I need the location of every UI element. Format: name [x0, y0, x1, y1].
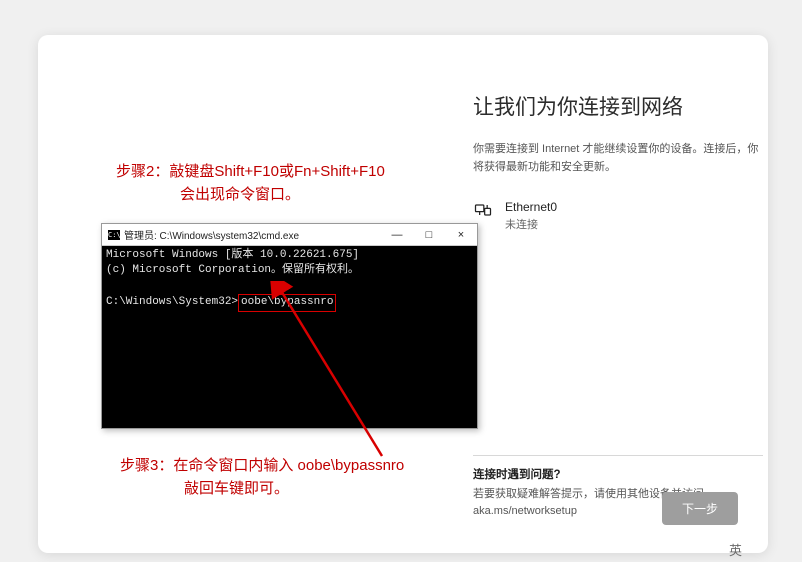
annotation-step3-line2: 敲回车键即可。: [184, 478, 404, 501]
annotation-step3: 步骤3：在命令窗口内输入 oobe\bypassnro 敲回车键即可。: [120, 455, 404, 500]
cmd-body[interactable]: Microsoft Windows [版本 10.0.22621.675] (c…: [102, 246, 477, 428]
ime-indicator[interactable]: 英: [729, 540, 742, 559]
annotation-step2: 步骤2：敲键盘Shift+F10或Fn+Shift+F10 会出现命令窗口。: [116, 160, 385, 207]
cmd-command-highlight: oobe\bypassnro: [238, 294, 336, 311]
annotation-step2-line2: 会出现命令窗口。: [180, 183, 385, 206]
cmd-line1: Microsoft Windows [版本 10.0.22621.675]: [106, 249, 359, 261]
ethernet-icon: [473, 200, 493, 225]
cmd-window: C:\ 管理员: C:\Windows\system32\cmd.exe — □…: [101, 223, 478, 429]
cmd-title: 管理员: C:\Windows\system32\cmd.exe: [124, 227, 381, 242]
troubleshoot-title: 连接时遇到问题?: [473, 466, 763, 482]
network-status: 未连接: [505, 216, 557, 232]
right-panel: 让我们为你连接到网络 你需要连接到 Internet 才能继续设置你的设备。连接…: [473, 91, 763, 232]
heading-connect-network: 让我们为你连接到网络: [473, 91, 763, 121]
network-info: Ethernet0 未连接: [505, 200, 557, 232]
annotation-step2-line1: 步骤2：敲键盘Shift+F10或Fn+Shift+F10: [116, 160, 385, 183]
next-button[interactable]: 下一步: [662, 492, 738, 525]
subtext-description: 你需要连接到 Internet 才能继续设置你的设备。连接后，你将获得最新功能和…: [473, 141, 763, 176]
network-item[interactable]: Ethernet0 未连接: [473, 200, 763, 232]
close-button[interactable]: ×: [445, 224, 477, 246]
cmd-icon: C:\: [108, 230, 120, 240]
annotation-step3-line1: 步骤3：在命令窗口内输入 oobe\bypassnro: [120, 455, 404, 478]
oobe-setup-card: 让我们为你连接到网络 你需要连接到 Internet 才能继续设置你的设备。连接…: [38, 35, 768, 553]
network-name: Ethernet0: [505, 200, 557, 214]
minimize-button[interactable]: —: [381, 224, 413, 246]
window-controls: — □ ×: [381, 224, 477, 246]
cmd-line2: (c) Microsoft Corporation。保留所有权利。: [106, 264, 359, 276]
cmd-prompt: C:\Windows\System32>: [106, 296, 238, 308]
cmd-titlebar[interactable]: C:\ 管理员: C:\Windows\system32\cmd.exe — □…: [102, 224, 477, 246]
maximize-button[interactable]: □: [413, 224, 445, 246]
